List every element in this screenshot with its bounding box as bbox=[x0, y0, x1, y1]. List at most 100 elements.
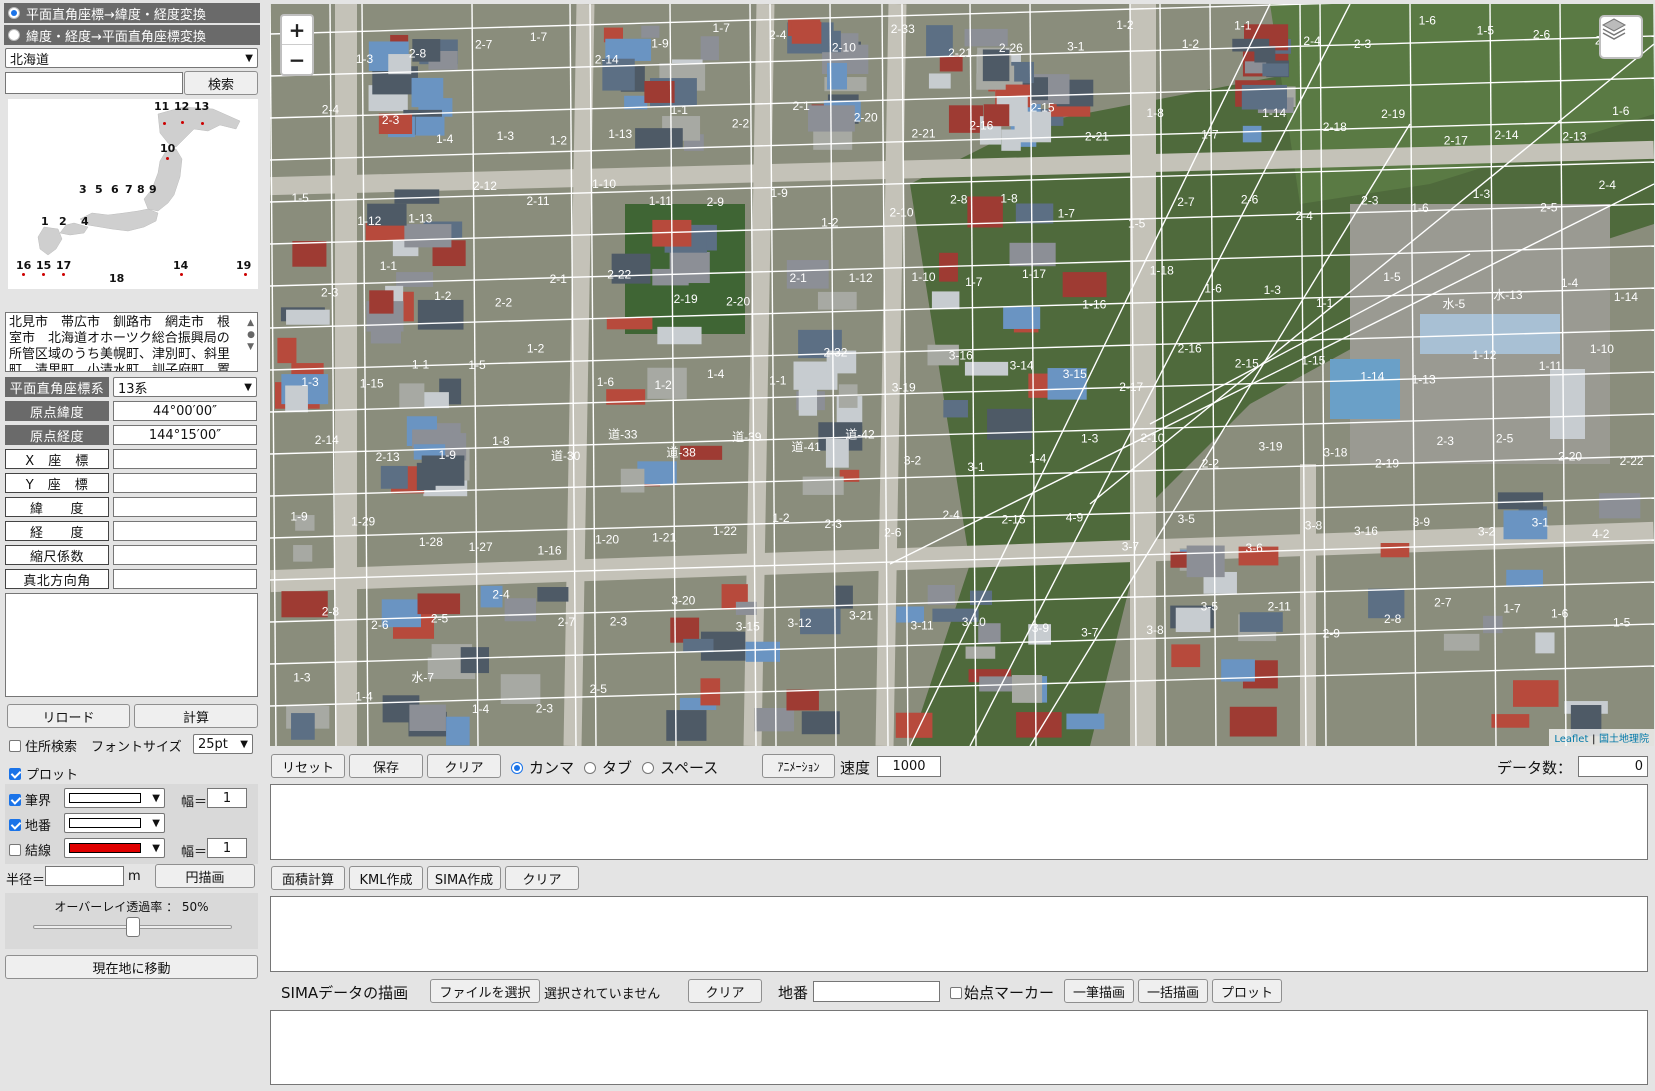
japan-zone-map[interactable]: 11 12 13 10 3 5 6 7 8 9 1 2 4 16 15 17 1… bbox=[8, 99, 258, 289]
lot-number-label: 2-5 bbox=[1540, 201, 1558, 215]
zone-description-text[interactable]: 北見市 帯広市 釧路市 網走市 根室市 北海道オホーツク総合振興局の所管区域のう… bbox=[5, 312, 258, 372]
scroll-arrows-icon[interactable]: ▲ ● ▼ bbox=[247, 317, 255, 353]
draw-circle-button[interactable]: 円描画 bbox=[155, 864, 255, 888]
lot-number-label: 2-7 bbox=[558, 615, 576, 629]
house-roof bbox=[700, 678, 721, 706]
locate-button[interactable]: 現在地に移動 bbox=[5, 955, 258, 979]
plot-checkbox[interactable] bbox=[9, 767, 21, 780]
lot-number-label: 3-9 bbox=[1032, 621, 1050, 635]
mode-latlon-to-xy[interactable]: 緯度・経度→平面直角座標変換 bbox=[4, 25, 260, 45]
lot-number-label: 1-15 bbox=[360, 377, 384, 391]
house-roof bbox=[399, 383, 425, 409]
origin-lat-value: 44°00′00″ bbox=[113, 401, 257, 421]
lot-number-label: 1-4 bbox=[1029, 452, 1047, 466]
lot-number-label: 1-12 bbox=[357, 214, 381, 228]
lot-number-label: 1-2 bbox=[1182, 37, 1200, 51]
lot-number-label: 1-6 bbox=[1411, 201, 1429, 215]
result-textarea[interactable] bbox=[5, 593, 258, 697]
y-coord-input[interactable] bbox=[113, 473, 257, 493]
radius-input[interactable] bbox=[45, 866, 124, 886]
sima-create-button[interactable]: SIMA作成 bbox=[427, 866, 501, 890]
system-select[interactable]: 13系 ▼ bbox=[113, 377, 257, 397]
lot-number-label: 3-19 bbox=[1258, 439, 1282, 453]
speed-input[interactable]: 1000 bbox=[877, 756, 941, 777]
overlay-slider-thumb[interactable] bbox=[125, 917, 140, 937]
animation-button[interactable]: ｱﾆﾒｰｼｮﾝ bbox=[762, 754, 835, 778]
lot-number-label: 1-10 bbox=[912, 270, 936, 284]
lot-number-label: 3-10 bbox=[962, 615, 986, 629]
lot-number-label: 1-12 bbox=[849, 271, 873, 285]
radio-tab[interactable] bbox=[584, 761, 597, 774]
lot-input[interactable] bbox=[813, 981, 940, 1002]
lot-number-label: 2-3 bbox=[382, 113, 400, 127]
lot-number-label: 1-4 bbox=[436, 132, 454, 146]
boundary-color-select[interactable]: ▼ bbox=[64, 788, 165, 808]
address-search-checkbox[interactable] bbox=[9, 739, 21, 752]
leaflet-link[interactable]: Leaflet bbox=[1554, 734, 1588, 745]
mode-xy-to-latlon[interactable]: 平面直角座標→緯度・経度変換 bbox=[4, 3, 260, 23]
reload-button[interactable]: リロード bbox=[7, 704, 130, 728]
lot-number-color-select[interactable]: ▼ bbox=[64, 813, 165, 833]
save-button[interactable]: 保存 bbox=[349, 754, 423, 778]
house-roof bbox=[1599, 493, 1641, 519]
layers-button[interactable] bbox=[1599, 15, 1643, 59]
sima-data-textarea[interactable] bbox=[270, 1010, 1648, 1085]
north-angle-input[interactable] bbox=[113, 569, 257, 589]
house-roof bbox=[380, 465, 408, 489]
color-swatch bbox=[69, 818, 141, 828]
coordinate-data-textarea[interactable] bbox=[270, 784, 1648, 860]
latitude-input[interactable] bbox=[113, 497, 257, 517]
clear-button[interactable]: クリア bbox=[427, 754, 501, 778]
lot-number-label: 2-14 bbox=[315, 433, 339, 447]
search-button[interactable]: 検索 bbox=[184, 71, 258, 95]
lot-number-label: 道-30 bbox=[551, 449, 581, 463]
lot-number-label: 2-10 bbox=[1140, 431, 1164, 445]
house-roof bbox=[817, 291, 857, 310]
reset-button[interactable]: リセット bbox=[271, 754, 345, 778]
lot-number-label: 2-5 bbox=[1496, 431, 1514, 445]
mode-radio-icon[interactable] bbox=[8, 29, 20, 41]
x-coord-input[interactable] bbox=[113, 449, 257, 469]
link-width-input[interactable]: 1 bbox=[207, 838, 247, 858]
file-select-button[interactable]: ファイルを選択 bbox=[430, 979, 540, 1003]
lot-number-label: 2-7 bbox=[1434, 596, 1452, 610]
lot-number-checkbox[interactable] bbox=[9, 818, 21, 831]
calc-button[interactable]: 計算 bbox=[134, 704, 258, 728]
region-select[interactable]: 北海道 ▼ bbox=[5, 48, 258, 68]
single-draw-button[interactable]: 一筆描画 bbox=[1064, 979, 1134, 1003]
start-marker-checkbox[interactable] bbox=[950, 986, 962, 999]
zone-label: 15 bbox=[36, 259, 52, 272]
lot-number-label: 1-28 bbox=[419, 535, 443, 549]
sima-clear-button[interactable]: クリア bbox=[688, 979, 762, 1003]
zone-label: 17 bbox=[56, 259, 72, 272]
link-line-checkbox[interactable] bbox=[9, 843, 21, 856]
zoom-out-button[interactable]: − bbox=[282, 45, 312, 74]
scale-factor-input[interactable] bbox=[113, 545, 257, 565]
zone-label: 18 bbox=[109, 272, 125, 285]
link-line-color-select[interactable]: ▼ bbox=[64, 838, 165, 858]
house-roof bbox=[825, 438, 849, 468]
boundary-width-input[interactable]: 1 bbox=[207, 788, 247, 808]
lot-number-label: 1-2 bbox=[772, 511, 790, 525]
map-view[interactable]: 1-41-32-82-71-72-141-91-72-42-102-332-21… bbox=[270, 4, 1654, 746]
zoom-control[interactable]: + − bbox=[280, 14, 314, 76]
gsi-link[interactable]: 国土地理院 bbox=[1599, 734, 1649, 745]
lot-number-label: 1-8 bbox=[1000, 191, 1018, 205]
batch-draw-button[interactable]: 一括描画 bbox=[1138, 979, 1208, 1003]
radio-space[interactable] bbox=[642, 761, 655, 774]
area-calc-button[interactable]: 面積計算 bbox=[271, 866, 345, 890]
boundary-checkbox[interactable] bbox=[9, 793, 21, 806]
longitude-input[interactable] bbox=[113, 521, 257, 541]
search-input[interactable] bbox=[5, 72, 183, 94]
clear-area-button[interactable]: クリア bbox=[505, 866, 579, 890]
radio-comma[interactable] bbox=[511, 761, 523, 774]
mode-radio-icon[interactable] bbox=[8, 7, 20, 19]
house-roof bbox=[388, 54, 412, 75]
area-result-textarea[interactable] bbox=[270, 896, 1648, 972]
plot-button[interactable]: プロット bbox=[1212, 979, 1282, 1003]
kml-button[interactable]: KML作成 bbox=[349, 866, 423, 890]
zoom-in-button[interactable]: + bbox=[282, 16, 312, 45]
font-size-select[interactable]: 25pt ▼ bbox=[193, 734, 253, 754]
lot-number-label: 2-14 bbox=[595, 53, 619, 67]
house-roof bbox=[1380, 543, 1410, 558]
